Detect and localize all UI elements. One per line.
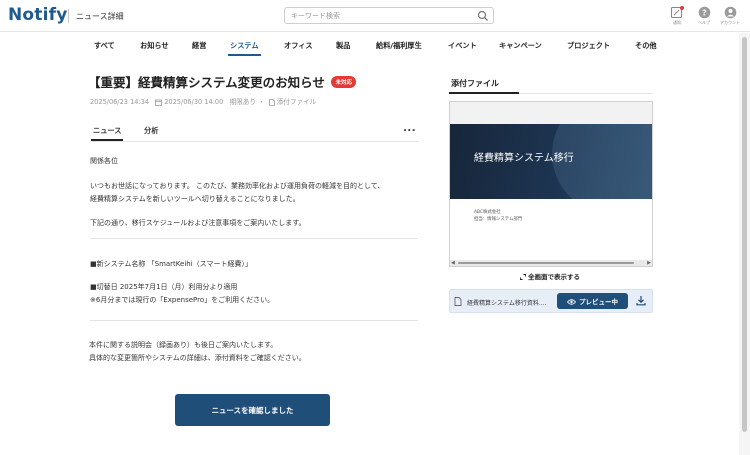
attachment-preview[interactable]: 経費精算システム移行 ABC株式会社 担当：情報システム部門 ◀ ▶ <box>449 101 653 267</box>
search-box <box>284 7 494 24</box>
divider <box>90 320 418 321</box>
category-system[interactable]: システム <box>228 41 261 56</box>
category-announcements[interactable]: お知らせ <box>140 41 169 51</box>
attachments-heading-underline <box>449 92 519 94</box>
search-input[interactable] <box>285 8 470 23</box>
article-tabs: ニュース 分析 ... <box>90 122 418 142</box>
fullscreen-label: 全画面で表示する <box>528 273 580 281</box>
deadline-date: 2025/06/30 14:00 <box>164 98 224 106</box>
body-note: ※6月分までは現行の「ExpensePro」をご利用ください。 <box>90 296 275 304</box>
slide-company: ABC株式会社 <box>474 210 501 215</box>
category-office[interactable]: オフィス <box>284 41 313 51</box>
body-schedule: 下記の通り、移行スケジュールおよび注意事項をご案内いたします。 <box>90 219 306 227</box>
attachment-file-icon <box>268 98 275 106</box>
body-switch-date: ■切替日 2025年7月1日（月）利用分より適用 <box>90 283 238 291</box>
category-projects[interactable]: プロジェクト <box>567 41 610 51</box>
fullscreen-link[interactable]: 全画面で表示する <box>520 271 580 281</box>
body-greeting: 関係各位 <box>90 157 118 165</box>
notification-button[interactable]: 通知 <box>666 6 688 30</box>
more-options-icon[interactable]: ... <box>403 123 416 134</box>
account-icon <box>724 6 736 19</box>
svg-text:?: ? <box>702 8 707 17</box>
notification-label: 通知 <box>673 20 681 25</box>
scroll-right-icon[interactable]: ▶ <box>647 260 651 266</box>
preview-button[interactable]: プレビュー中 <box>557 293 628 309</box>
confirm-news-button[interactable]: ニュースを確認しました <box>175 394 330 426</box>
attachment-file-name[interactable]: 経費精算システム移行資料.... <box>467 298 546 307</box>
slide-department: 担当：情報システム部門 <box>474 217 523 222</box>
calendar-icon <box>155 99 163 106</box>
category-management[interactable]: 経営 <box>192 41 206 51</box>
app-logo[interactable]: Notify <box>8 5 68 25</box>
help-icon: ? <box>698 6 710 19</box>
body-closing-2: 具体的な変更箇所やシステムの詳細は、添付資料をご確認ください。 <box>89 354 306 362</box>
download-icon[interactable] <box>636 295 646 306</box>
preview-horizontal-scrollbar[interactable]: ◀ ▶ <box>450 260 652 266</box>
scroll-left-icon[interactable]: ◀ <box>451 260 455 266</box>
eye-icon <box>567 299 576 305</box>
expand-icon <box>520 274 526 280</box>
body-closing-1: 本件に関する説明会（録画あり）も後日ご案内いたします。 <box>89 341 278 349</box>
deadline-label: 期限あり <box>229 98 256 106</box>
page-scroll-thumb[interactable] <box>742 37 747 432</box>
article-title-row: 【重要】経費精算システム変更のお知らせ 未対応 <box>88 72 418 90</box>
page-label: ニュース詳細 <box>76 12 124 21</box>
posted-date: 2025/06/23 14:34 <box>90 98 150 106</box>
body-intro-1: いつもお世話になっております。 このたび、業務効率化および運用負荷の軽減を目的と… <box>90 182 385 190</box>
category-campaigns[interactable]: キャンペーン <box>499 41 542 51</box>
preview-scroll-thumb[interactable] <box>458 262 634 264</box>
divider <box>90 238 418 239</box>
status-badge: 未対応 <box>331 75 356 88</box>
category-other[interactable]: その他 <box>635 41 657 51</box>
tab-news[interactable]: ニュース <box>90 126 124 141</box>
category-salary-benefits[interactable]: 給料/福利厚生 <box>376 41 422 51</box>
document-icon <box>454 297 462 306</box>
attachments-heading: 添付ファイル <box>451 79 499 88</box>
header-divider <box>68 9 69 23</box>
help-label: ヘルプ <box>698 20 710 25</box>
account-label: アカウント <box>720 20 740 25</box>
preview-button-label: プレビュー中 <box>579 298 618 306</box>
article-meta: 2025/06/23 14:34 2025/06/30 14:00 期限あり ・… <box>90 98 317 106</box>
notification-dot <box>680 6 684 10</box>
tab-analytics[interactable]: 分析 <box>144 126 158 136</box>
body-intro-2: 経費精算システムを新しいツールへ切り替えることになりました。 <box>90 195 300 203</box>
search-icon[interactable] <box>477 10 489 22</box>
app-header: Notify ニュース詳細 通知 ? ヘルプ アカウント <box>0 0 750 32</box>
attachment-file-row[interactable]: 経費精算システム移行資料.... プレビュー中 <box>449 289 653 313</box>
body-system-name: ■新システム名称 「SmartKeihi（スマート経費）」 <box>90 260 252 268</box>
category-events[interactable]: イベント <box>448 41 477 51</box>
article-title: 【重要】経費精算システム変更のお知らせ <box>88 75 325 90</box>
category-products[interactable]: 製品 <box>336 41 350 51</box>
attachment-meta-label[interactable]: 添付ファイル <box>277 98 317 106</box>
account-button[interactable]: アカウント <box>719 6 741 30</box>
page-scrollbar[interactable] <box>739 33 750 455</box>
category-nav: すべて お知らせ 経営 システム オフィス 製品 給料/福利厚生 イベント キャ… <box>0 33 750 59</box>
slide-title: 経費精算システム移行 <box>474 153 574 164</box>
help-button[interactable]: ? ヘルプ <box>693 6 715 30</box>
category-all[interactable]: すべて <box>94 41 115 51</box>
